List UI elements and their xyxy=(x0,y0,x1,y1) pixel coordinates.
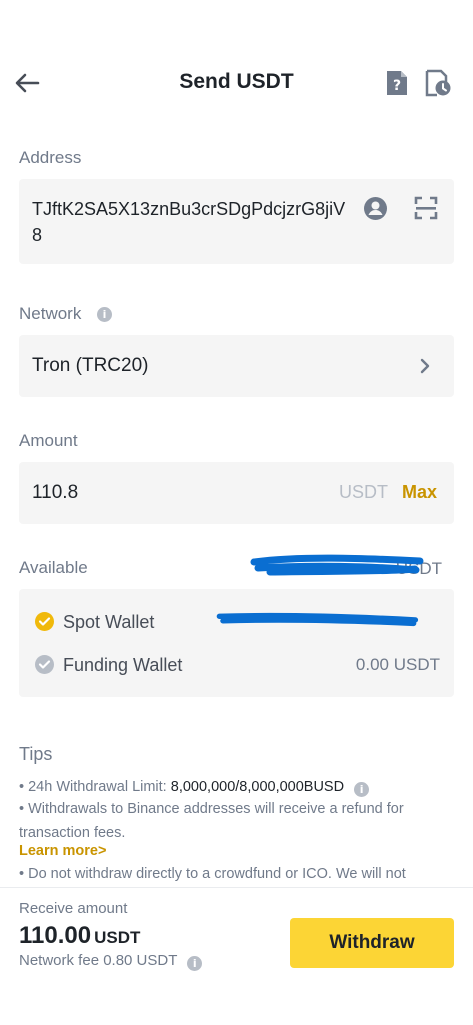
amount-unit: USDT xyxy=(339,482,388,502)
chevron-right-icon[interactable] xyxy=(418,356,432,376)
limit-value: 8,000,000/8,000,000BUSD xyxy=(170,779,345,795)
available-label: Available xyxy=(19,558,88,577)
spot-wallet-label[interactable]: Spot Wallet xyxy=(63,612,154,633)
history-clock-icon[interactable] xyxy=(424,69,452,97)
amount-label: Amount xyxy=(19,431,78,450)
available-value: USDT xyxy=(395,559,442,578)
funding-wallet-label[interactable]: Funding Wallet xyxy=(63,655,182,676)
check-circle-icon[interactable] xyxy=(35,612,54,631)
info-icon[interactable]: i xyxy=(97,307,112,322)
check-circle-icon[interactable] xyxy=(35,655,54,674)
address-input[interactable]: TJftK2SA5X13znBu3crSDgPdcjzrG8jiV8 xyxy=(32,196,352,248)
refund-tip: • Withdrawals to Binance addresses will … xyxy=(19,801,404,841)
network-value[interactable]: Tron (TRC20) xyxy=(32,355,148,377)
info-icon[interactable]: i xyxy=(354,782,370,797)
ico-tip: • Do not withdraw directly to a crowdfun… xyxy=(19,866,406,882)
amount-field[interactable] xyxy=(19,462,454,524)
funding-wallet-value: 0.00 USDT xyxy=(355,655,440,674)
limit-prefix: • 24h Withdrawal Limit: xyxy=(19,779,171,795)
receive-amount-value: 110.00 USDT xyxy=(19,922,140,950)
svg-text:?: ? xyxy=(393,78,401,94)
max-button[interactable]: Max xyxy=(402,482,437,503)
network-fee: Network fee 0.80 USDT i xyxy=(19,952,203,971)
amount-input[interactable]: 110.8 xyxy=(32,482,78,504)
qr-scan-icon[interactable] xyxy=(414,196,438,220)
wallet-list xyxy=(19,589,454,697)
network-label: Network xyxy=(19,304,82,323)
faq-document-icon[interactable]: ? xyxy=(384,69,410,97)
address-book-icon[interactable] xyxy=(363,196,388,221)
receive-amount-label: Receive amount xyxy=(19,900,128,917)
withdrawal-limit-tip: • 24h Withdrawal Limit: 8,000,000/8,000,… xyxy=(19,775,449,799)
info-icon[interactable]: i xyxy=(187,956,203,971)
receive-amount-unit: USDT xyxy=(94,928,141,947)
learn-more-link[interactable]: Learn more> xyxy=(19,843,106,859)
receive-amount-number: 110.00 xyxy=(19,922,92,949)
tips-title: Tips xyxy=(19,744,53,764)
withdraw-button[interactable]: Withdraw xyxy=(290,918,454,968)
network-fee-text: Network fee 0.80 USDT xyxy=(19,952,178,969)
address-label: Address xyxy=(19,148,82,167)
